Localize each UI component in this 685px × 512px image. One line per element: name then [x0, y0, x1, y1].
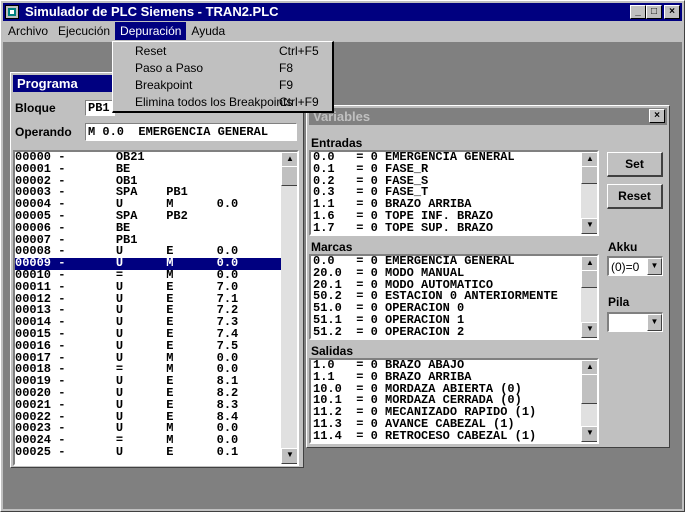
marcas-scrollbar[interactable]: ▲ ▼	[581, 256, 597, 338]
program-line[interactable]: 00025 - U E 0.1	[15, 446, 281, 459]
variables-close-button[interactable]: ×	[649, 109, 665, 123]
menu-item-elimina-breakpoints[interactable]: Elimina todos los Breakpoints Ctrl+F9	[113, 94, 332, 111]
reset-button[interactable]: Reset	[607, 184, 663, 209]
scroll-thumb[interactable]	[581, 270, 597, 288]
pila-select[interactable]: ▼	[607, 312, 663, 332]
marcas-list[interactable]: 0.0 = 0 EMERGENCIA GENERAL 20.0 = 0 MODO …	[309, 254, 599, 340]
bloque-field[interactable]: PB1	[85, 100, 115, 116]
scroll-down-icon[interactable]: ▼	[581, 322, 597, 338]
bloque-label: Bloque	[15, 101, 56, 115]
chevron-down-icon[interactable]: ▼	[647, 258, 662, 275]
window-titlebar: Simulador de PLC Siemens - TRAN2.PLC _ □…	[3, 3, 682, 21]
scroll-thumb[interactable]	[281, 166, 297, 186]
salidas-list[interactable]: 1.0 = 0 BRAZO ABAJO 1.1 = 0 BRAZO ARRIBA 1…	[309, 358, 599, 444]
scroll-thumb[interactable]	[581, 166, 597, 184]
menu-ayuda[interactable]: Ayuda	[186, 22, 230, 40]
marcas-label: Marcas	[311, 240, 353, 254]
menu-item-paso-a-paso[interactable]: Paso a Paso F8	[113, 60, 332, 77]
salidas-label: Salidas	[311, 344, 354, 358]
menu-item-label: Reset	[135, 44, 167, 58]
program-lines: 00000 - OB21 00001 - BE 00002 - OB1 00003 -…	[15, 152, 281, 459]
programa-title: Programa	[17, 76, 78, 91]
menu-item-reset[interactable]: Reset Ctrl+F5	[113, 43, 332, 60]
salidas-scrollbar[interactable]: ▲ ▼	[581, 360, 597, 442]
entrada-row[interactable]: 1.7 = 0 TOPE SUP. BRAZO	[313, 222, 583, 234]
marcas-lines: 0.0 = 0 EMERGENCIA GENERAL 20.0 = 0 MODO …	[313, 256, 585, 338]
marca-row[interactable]: 51.2 = 0 OPERACION 2	[313, 326, 585, 338]
scroll-down-icon[interactable]: ▼	[581, 218, 597, 234]
menu-item-shortcut: F9	[279, 78, 294, 92]
app-icon	[5, 5, 19, 19]
maximize-button[interactable]: □	[646, 5, 662, 19]
menu-item-breakpoint[interactable]: Breakpoint F9	[113, 77, 332, 94]
operando-label: Operando	[15, 125, 72, 139]
close-button[interactable]: ×	[664, 5, 680, 19]
entradas-label: Entradas	[311, 136, 363, 150]
menu-archivo[interactable]: Archivo	[3, 22, 53, 40]
pila-label: Pila	[608, 295, 630, 309]
menu-depuracion[interactable]: Depuración	[115, 22, 187, 40]
menu-bar: Archivo Ejecución Depuración Ayuda	[3, 22, 682, 42]
salidas-lines: 1.0 = 0 BRAZO ABAJO 1.1 = 0 BRAZO ARRIBA 1…	[313, 360, 583, 442]
set-button[interactable]: Set	[607, 152, 663, 177]
scroll-down-icon[interactable]: ▼	[581, 426, 597, 442]
akku-value: (0)=0	[611, 260, 640, 274]
menu-ejecucion[interactable]: Ejecución	[53, 22, 115, 40]
salida-row[interactable]: 11.4 = 0 RETROCESO CABEZAL (1)	[313, 430, 583, 442]
akku-label: Akku	[608, 240, 638, 254]
akku-select[interactable]: (0)=0 ▼	[607, 256, 663, 276]
menu-item-shortcut: F8	[279, 61, 294, 75]
entradas-lines: 0.0 = 0 EMERGENCIA GENERAL 0.1 = 0 FASE_R…	[313, 152, 583, 234]
menu-item-label: Elimina todos los Breakpoints	[135, 95, 293, 109]
menu-item-shortcut: Ctrl+F5	[279, 44, 319, 58]
entradas-list[interactable]: 0.0 = 0 EMERGENCIA GENERAL 0.1 = 0 FASE_R…	[309, 150, 599, 236]
variables-window: Variables × Entradas 0.0 = 0 EMERGENCIA …	[306, 105, 670, 448]
scroll-down-icon[interactable]: ▼	[281, 448, 297, 464]
minimize-button[interactable]: _	[630, 5, 646, 19]
program-scrollbar[interactable]: ▲ ▼	[281, 152, 297, 464]
chevron-down-icon[interactable]: ▼	[647, 314, 662, 331]
window-title: Simulador de PLC Siemens - TRAN2.PLC	[25, 4, 279, 19]
entradas-scrollbar[interactable]: ▲ ▼	[581, 152, 597, 234]
variables-titlebar: Variables ×	[309, 108, 667, 125]
programa-window: Programa Bloque PB1 Operando M 0.0 EMERG…	[10, 72, 304, 468]
scroll-thumb[interactable]	[581, 374, 597, 404]
menu-item-label: Breakpoint	[135, 78, 193, 92]
depuracion-dropdown: Reset Ctrl+F5 Paso a Paso F8 Breakpoint F9 …	[112, 41, 334, 113]
menu-item-shortcut: Ctrl+F9	[279, 95, 319, 109]
operando-field[interactable]: M 0.0 EMERGENCIA GENERAL	[85, 123, 297, 141]
program-listing[interactable]: 00000 - OB21 00001 - BE 00002 - OB1 00003 -…	[13, 150, 299, 466]
menu-item-label: Paso a Paso	[135, 61, 204, 75]
